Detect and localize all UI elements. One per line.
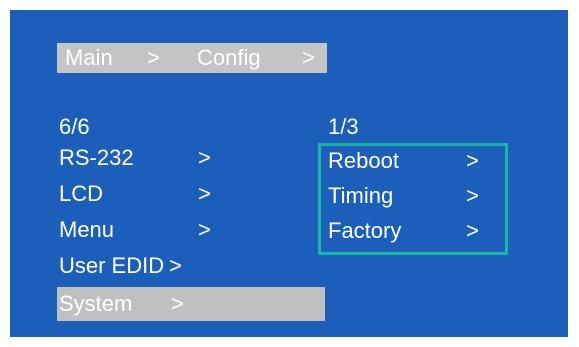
menu-item-label: User EDID — [59, 253, 165, 278]
menu-item-label: Reboot — [328, 148, 399, 173]
chevron-right-icon: > — [198, 181, 211, 206]
menu-item-label: RS-232 — [59, 145, 134, 170]
breadcrumb: Main > Config > — [57, 43, 327, 73]
menu-item-label: System — [59, 291, 133, 316]
breadcrumb-main[interactable]: Main — [65, 44, 113, 72]
menu-item-factory[interactable]: Factory > — [328, 217, 498, 247]
menu-item-menu[interactable]: Menu > — [57, 216, 247, 246]
osd-menu-screen: Main > Config > 6/6 RS-232 > LCD > Menu … — [10, 10, 568, 337]
menu-item-lcd[interactable]: LCD > — [57, 180, 247, 210]
chevron-right-icon: > — [466, 183, 479, 208]
menu-item-user-edid[interactable]: User EDID > — [57, 252, 247, 282]
chevron-right-icon: > — [171, 291, 184, 316]
menu-item-reboot[interactable]: Reboot > — [328, 147, 498, 177]
menu-item-rs232[interactable]: RS-232 > — [57, 144, 247, 174]
chevron-right-icon: > — [198, 145, 211, 170]
breadcrumb-separator: > — [147, 45, 160, 70]
left-page-indicator: 6/6 — [59, 114, 90, 139]
right-page-indicator: 1/3 — [328, 114, 359, 139]
menu-item-timing[interactable]: Timing > — [328, 182, 498, 212]
menu-item-label: LCD — [59, 181, 104, 206]
chevron-right-icon: > — [466, 148, 479, 173]
menu-item-label: Timing — [328, 183, 394, 208]
chevron-right-icon: > — [198, 217, 211, 242]
chevron-right-icon: > — [466, 218, 479, 243]
menu-item-system-selected[interactable]: System > — [57, 287, 325, 321]
breadcrumb-separator: > — [302, 45, 315, 70]
menu-item-label: Factory — [328, 218, 402, 243]
chevron-right-icon: > — [169, 253, 182, 278]
breadcrumb-config[interactable]: Config — [197, 44, 261, 72]
menu-item-label: Menu — [59, 217, 115, 242]
